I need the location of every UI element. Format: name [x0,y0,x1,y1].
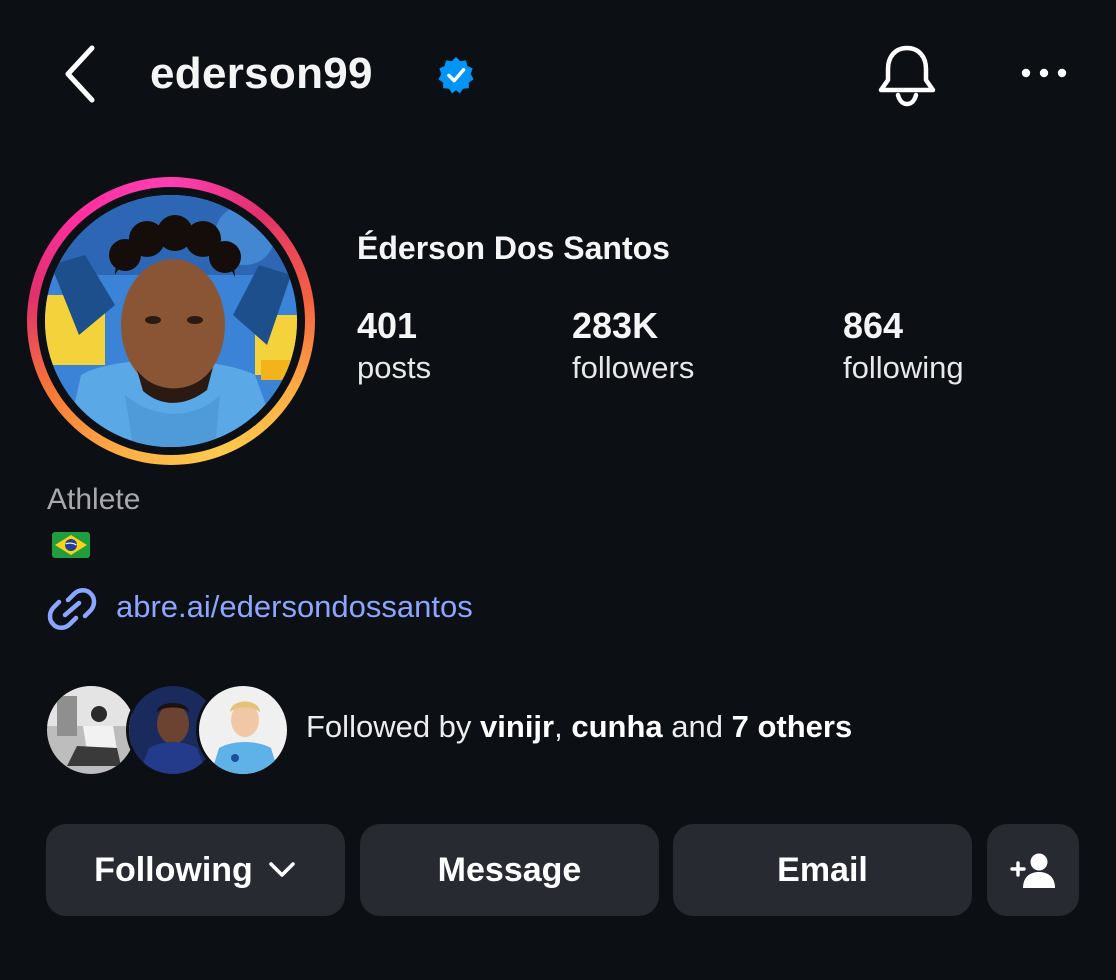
profile-link[interactable]: abre.ai/edersondossantos [116,586,473,628]
email-button-label: Email [777,850,868,889]
stat-posts[interactable]: 401 posts [357,304,431,388]
message-button-label: Message [437,850,582,889]
following-button[interactable]: Following [46,824,345,916]
stat-followers[interactable]: 283K followers [572,304,694,388]
profile-avatar[interactable] [45,195,297,447]
bell-icon[interactable] [874,42,940,108]
mutual-others[interactable]: 7 others [732,709,853,744]
mutual-user-vinijr[interactable]: vinijr [480,709,554,744]
stat-value: 283K [572,305,659,346]
chevron-down-icon [269,862,295,877]
add-person-icon [1010,853,1055,888]
mutual-follower-avatar[interactable] [196,683,290,777]
mutual-follower-avatar[interactable] [44,683,138,777]
brazil-flag-icon [52,532,90,558]
profile-category: Athlete [47,483,141,516]
message-button[interactable]: Message [360,824,659,916]
suggested-accounts-button[interactable] [987,824,1079,916]
email-button[interactable]: Email [673,824,972,916]
link-icon [47,588,97,630]
profile-full-name: Éderson Dos Santos [357,230,670,266]
stat-value: 864 [843,305,904,346]
following-button-label: Following [94,850,253,889]
stat-following[interactable]: 864 following [843,304,964,388]
back-icon[interactable] [58,42,102,106]
followed-by-text[interactable]: Followed by vinijr, cunha and 7 others [306,706,852,748]
profile-username: ederson99 [150,49,373,98]
stat-label: posts [357,350,432,385]
more-icon[interactable] [1018,60,1070,86]
mutual-user-cunha[interactable]: cunha [571,709,662,744]
stat-value: 401 [357,305,418,346]
verified-icon [438,56,474,94]
stat-label: following [843,350,964,385]
stat-label: followers [572,350,695,385]
